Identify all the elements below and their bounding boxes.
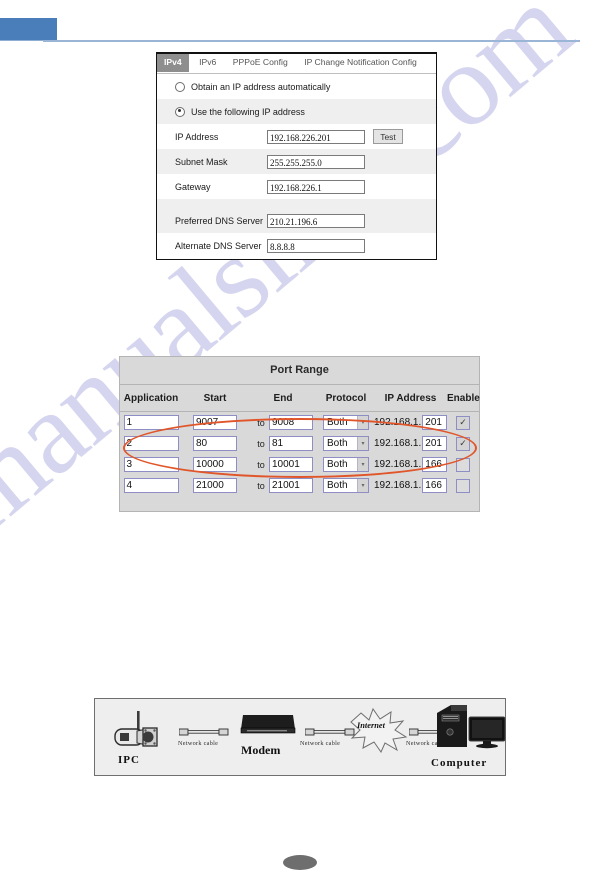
cable-label-1: Network cable <box>178 740 219 747</box>
tab-ipv6[interactable]: IPv6 <box>193 52 222 72</box>
node-label-internet: Internet <box>357 721 385 730</box>
table-row: 2 80 to 81 Both ▾ 192.168.1. 201 ✓ <box>120 433 479 454</box>
column-header-application: Application <box>123 392 179 404</box>
label-ip-address: IP Address <box>175 131 219 142</box>
label-subnet-mask: Subnet Mask <box>175 156 228 167</box>
input-gateway[interactable]: 192.168.226.1 <box>267 179 365 194</box>
column-header-end: End <box>273 392 293 404</box>
node-label-ipc: IPC <box>118 754 140 766</box>
column-header-start: Start <box>203 392 227 404</box>
computer-icon <box>437 705 506 749</box>
column-header-protocol: Protocol <box>325 392 367 404</box>
input-start-3[interactable]: 10000 <box>193 457 237 472</box>
cable-label-2: Network cable <box>300 740 341 747</box>
modem-icon <box>240 715 296 734</box>
radio-label-obtain-auto: Obtain an IP address automatically <box>191 81 331 92</box>
to-label-3: to <box>257 459 265 470</box>
label-gateway: Gateway <box>175 181 211 192</box>
input-start-4[interactable]: 21000 <box>193 478 237 493</box>
field-row-subnet-mask: Subnet Mask 255.255.255.0 <box>157 149 436 174</box>
ip-prefix-2: 192.168.1. <box>374 438 422 449</box>
ipv4-panel-top-border <box>156 52 437 54</box>
select-protocol-4[interactable]: Both ▾ <box>323 478 369 493</box>
input-start-2[interactable]: 80 <box>193 436 237 451</box>
network-cable-icon-1 <box>179 728 229 736</box>
network-topology-diagram: IPC Network cable Modem Network cable In… <box>94 698 506 776</box>
radio-icon-use-following[interactable] <box>175 106 185 117</box>
radio-obtain-ip-automatically[interactable]: Obtain an IP address automatically <box>157 74 436 99</box>
table-row: 4 21000 to 21001 Both ▾ 192.168.1. 166 ✓ <box>120 475 479 496</box>
test-button[interactable]: Test <box>373 129 403 144</box>
to-label-2: to <box>257 438 265 449</box>
ip-prefix-4: 192.168.1. <box>374 480 422 491</box>
input-start-1[interactable]: 9007 <box>193 415 237 430</box>
input-end-3[interactable]: 10001 <box>269 457 313 472</box>
label-preferred-dns-server: Preferred DNS Server <box>175 215 264 226</box>
select-protocol-3[interactable]: Both ▾ <box>323 457 369 472</box>
input-application-1[interactable]: 1 <box>123 415 179 430</box>
input-subnet-mask[interactable]: 255.255.255.0 <box>267 154 365 169</box>
select-protocol-value-1: Both <box>327 417 348 428</box>
select-protocol-value-2: Both <box>327 438 348 449</box>
input-ip-octet-3[interactable]: 166 <box>422 457 447 472</box>
input-ip-octet-1[interactable]: 201 <box>422 415 447 430</box>
table-row: 3 10000 to 10001 Both ▾ 192.168.1. 166 ✓ <box>120 454 479 475</box>
select-protocol-1[interactable]: Both ▾ <box>323 415 369 430</box>
tab-pppoe-config[interactable]: PPPoE Config <box>227 52 294 72</box>
field-row-preferred-dns: Preferred DNS Server 210.21.196.6 <box>157 208 436 233</box>
input-end-2[interactable]: 81 <box>269 436 313 451</box>
field-row-ip-address: IP Address 192.168.226.201 Test <box>157 124 436 149</box>
input-application-3[interactable]: 3 <box>123 457 179 472</box>
panel-spacer <box>157 199 436 208</box>
checkbox-enable-4[interactable]: ✓ <box>456 478 470 493</box>
header-color-band <box>0 18 57 40</box>
to-label-4: to <box>257 480 265 491</box>
tab-ipv4[interactable]: IPv4 <box>157 52 189 72</box>
ipc-camera-icon <box>114 711 158 747</box>
ipv4-tabstrip: IPv4 IPv6 PPPoE Config IP Change Notific… <box>157 52 436 74</box>
input-preferred-dns-server[interactable]: 210.21.196.6 <box>267 213 365 228</box>
header-rule-thick <box>43 40 580 42</box>
checkbox-enable-1[interactable]: ✓ <box>456 415 470 430</box>
ip-prefix-1: 192.168.1. <box>374 417 422 428</box>
input-application-2[interactable]: 2 <box>123 436 179 451</box>
node-label-modem: Modem <box>241 743 281 757</box>
column-header-enable: Enable <box>447 392 480 404</box>
input-end-4[interactable]: 21001 <box>269 478 313 493</box>
page-number-placeholder <box>283 855 317 870</box>
chevron-down-icon[interactable]: ▾ <box>357 479 368 492</box>
port-range-header-row: Application Start End Protocol IP Addres… <box>120 385 480 412</box>
chevron-down-icon[interactable]: ▾ <box>357 437 368 450</box>
radio-icon-obtain-auto[interactable] <box>175 81 185 92</box>
chevron-down-icon[interactable]: ▾ <box>357 416 368 429</box>
table-row: 1 9007 to 9008 Both ▾ 192.168.1. 201 ✓ <box>120 412 479 433</box>
select-protocol-value-3: Both <box>327 459 348 470</box>
chevron-down-icon[interactable]: ▾ <box>357 458 368 471</box>
input-ip-octet-4[interactable]: 166 <box>422 478 447 493</box>
node-label-computer: Computer <box>431 757 488 769</box>
input-application-4[interactable]: 4 <box>123 478 179 493</box>
radio-label-use-following: Use the following IP address <box>191 106 305 117</box>
input-ip-address[interactable]: 192.168.226.201 <box>267 129 365 144</box>
internet-cloud-icon <box>350 707 408 753</box>
input-end-1[interactable]: 9008 <box>269 415 313 430</box>
field-row-alternate-dns: Alternate DNS Server 8.8.8.8 <box>157 233 436 258</box>
label-alternate-dns-server: Alternate DNS Server <box>175 240 262 251</box>
select-protocol-2[interactable]: Both ▾ <box>323 436 369 451</box>
radio-use-following-ip[interactable]: Use the following IP address <box>157 99 436 124</box>
port-range-title: Port Range <box>120 357 479 385</box>
checkbox-enable-2[interactable]: ✓ <box>456 436 470 451</box>
checkbox-enable-3[interactable]: ✓ <box>456 457 470 472</box>
to-label-1: to <box>257 417 265 428</box>
column-header-ip-address: IP Address <box>384 392 437 404</box>
select-protocol-value-4: Both <box>327 480 348 491</box>
input-alternate-dns-server[interactable]: 8.8.8.8 <box>267 238 365 253</box>
input-ip-octet-2[interactable]: 201 <box>422 436 447 451</box>
tab-ip-change-notification-config[interactable]: IP Change Notification Config <box>298 52 423 72</box>
field-row-gateway: Gateway 192.168.226.1 <box>157 174 436 199</box>
port-range-table: Port Range Application Start End Protoco… <box>119 356 480 512</box>
ip-prefix-3: 192.168.1. <box>374 459 422 470</box>
ipv4-config-panel: IPv4 IPv6 PPPoE Config IP Change Notific… <box>156 52 437 260</box>
